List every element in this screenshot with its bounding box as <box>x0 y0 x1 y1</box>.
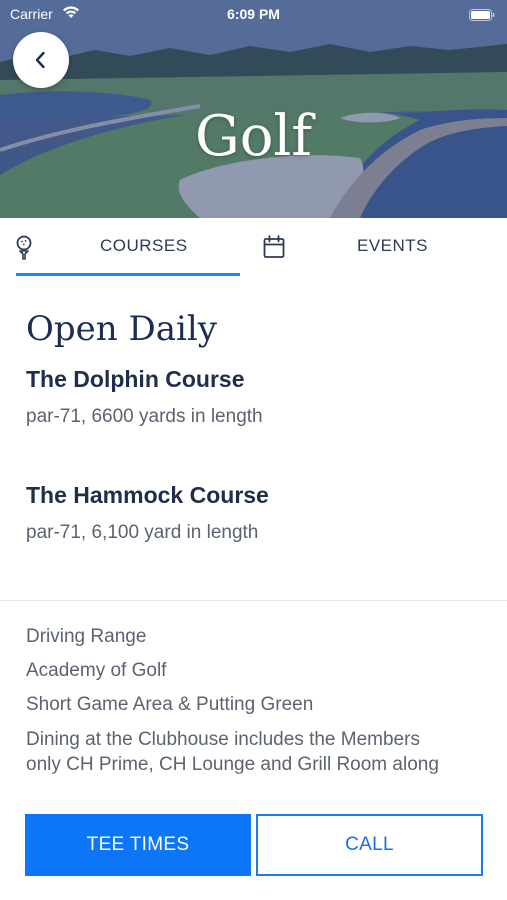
course-detail: par-71, 6,100 yard in length <box>26 522 259 543</box>
list-item: Driving Range <box>26 626 147 647</box>
section-divider <box>0 600 507 601</box>
clock-label: 6:09 PM <box>227 6 280 22</box>
page-title: Golf <box>194 104 313 169</box>
tab-bar: COURSES EVENTS <box>0 218 507 278</box>
back-button[interactable] <box>13 32 69 88</box>
golf-ball-tee-icon <box>14 235 34 266</box>
list-item: Short Game Area & Putting Green <box>26 694 314 715</box>
battery-icon <box>469 8 495 24</box>
hours-heading: Open Daily <box>26 309 217 349</box>
amenities-list: Driving Range Academy of Golf Short Game… <box>0 620 507 777</box>
selected-tab-indicator <box>16 273 240 276</box>
list-item: Dining at the Clubhouse includes the Mem… <box>26 729 420 750</box>
tab-label: COURSES <box>100 236 188 255</box>
course-name: The Dolphin Course <box>26 366 245 392</box>
calendar-icon <box>263 235 285 264</box>
call-button[interactable]: CALL <box>256 814 483 876</box>
tab-label: EVENTS <box>357 236 429 255</box>
course-detail: par-71, 6600 yards in length <box>26 406 263 427</box>
hero-banner: Carrier 6:09 PM Golf <box>0 0 507 218</box>
chevron-left-icon <box>35 51 45 69</box>
tab-events[interactable]: EVENTS <box>253 218 507 276</box>
status-bar: Carrier 6:09 PM <box>0 0 507 28</box>
tab-courses[interactable]: COURSES <box>0 218 253 276</box>
list-item: Academy of Golf <box>26 660 167 681</box>
tee-times-button[interactable]: TEE TIMES <box>25 814 251 876</box>
course-name: The Hammock Course <box>26 482 269 508</box>
